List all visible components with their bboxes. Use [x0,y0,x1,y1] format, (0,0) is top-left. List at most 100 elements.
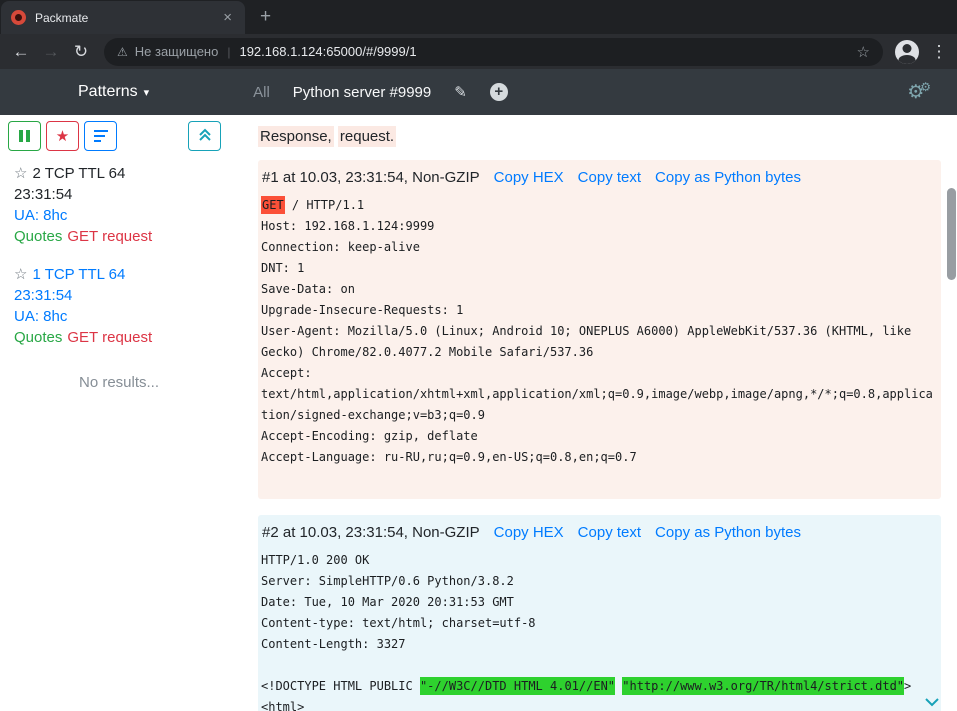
packet-meta: #2 at 10.03, 23:31:54, Non-GZIP [262,524,480,541]
pause-icon [19,130,30,142]
star-filled-icon: ★ [56,129,69,144]
pattern-tag: GET request [67,228,152,245]
packet-line [261,655,939,676]
capture-user-agent: UA: 8hc [14,306,232,327]
packet-line: Server: SimpleHTTP/0.6 Python/3.8.2 [261,571,939,592]
profile-avatar[interactable] [895,40,919,64]
scroll-to-bottom-button[interactable] [924,694,944,708]
double-chevron-up-icon [198,128,212,145]
reload-icon[interactable]: ↻ [66,42,96,62]
security-label: Не защищено [135,44,219,59]
text-segment: DNT: 1 [261,261,304,275]
copy-python-bytes-link[interactable]: Copy as Python bytes [655,524,801,541]
pattern-tabs: All Python server #9999 ✎ + [253,83,508,101]
match-highlight-green: "http://www.w3.org/TR/html4/strict.dtd" [622,677,904,695]
edit-pattern-icon[interactable]: ✎ [454,83,467,101]
caret-down-icon: ▾ [144,87,150,99]
packet-line: Save-Data: on [261,279,939,300]
packet-line: Connection: keep-alive [261,237,939,258]
text-segment: Accept-Encoding: gzip, deflate [261,429,478,443]
pattern-tag: Quotes [14,329,62,346]
browser-tab[interactable]: Packmate × [1,1,245,34]
text-segment: HTTP/1.0 200 OK [261,553,369,567]
pattern-legend: Response, request. [258,127,941,147]
capture-tags: Quotes GET request [14,327,232,348]
text-segment: Host: 192.168.1.124:9999 [261,219,434,233]
favorite-star-icon[interactable]: ☆ [14,165,27,182]
sidebar: ★ ☆2 TCP TTL 6423:31:54UA: 8hcQuotesGET … [0,115,238,711]
packet-body: GET / HTTP/1.1Host: 192.168.1.124:9999Co… [261,195,939,489]
packet-body: HTTP/1.0 200 OK Server: SimpleHTTP/0.6 Py… [261,550,939,711]
favorites-filter-button[interactable]: ★ [46,121,79,151]
capture-list: ☆2 TCP TTL 6423:31:54UA: 8hcQuotesGET re… [0,151,238,348]
browser-menu-icon[interactable]: ⋮ [929,42,949,62]
copy-text-link[interactable]: Copy text [578,524,641,541]
packet-header: #2 at 10.03, 23:31:54, Non-GZIP Copy HEX C… [261,524,939,541]
packet-line [261,468,939,489]
settings-gears-icon[interactable]: ⚙⚙ [907,80,931,104]
scrollbar-thumb[interactable] [947,188,956,280]
filter-lines-icon [94,130,108,142]
packet-line: Accept: text/html,application/xhtml+xml,… [261,363,939,426]
collapse-all-button[interactable] [188,121,221,151]
match-highlight-green: "-//W3C//DTD HTML 4.01//EN" [420,677,615,695]
text-segment: <!DOCTYPE HTML PUBLIC [261,679,420,693]
match-highlight-rose: Response, [258,126,334,147]
bookmark-star-icon[interactable]: ☆ [857,43,870,61]
text-segment: Server: SimpleHTTP/0.6 Python/3.8.2 [261,574,514,588]
tab-all[interactable]: All [253,84,270,101]
packmate-favicon [11,10,26,25]
packet-card-request: #1 at 10.03, 23:31:54, Non-GZIP Copy HEX C… [258,160,941,499]
add-pattern-icon[interactable]: + [490,83,508,101]
text-segment: Connection: keep-alive [261,240,420,254]
text-segment: Date: Tue, 10 Mar 2020 20:31:53 GMT [261,595,514,609]
forward-icon[interactable]: → [36,42,66,62]
packet-line: <html> [261,697,939,711]
match-highlight-red: GET [261,196,285,214]
copy-hex-link[interactable]: Copy HEX [494,524,564,541]
copy-text-link[interactable]: Copy text [578,169,641,186]
filter-button[interactable] [84,121,117,151]
text-segment: User-Agent: Mozilla/5.0 (Linux; Android … [261,324,918,359]
new-tab-icon[interactable]: + [260,6,271,28]
pause-capture-button[interactable] [8,121,41,151]
no-results-text: No results... [0,374,238,391]
patterns-dropdown[interactable]: Patterns ▾ [78,83,149,101]
tab-python-server[interactable]: Python server #9999 [293,84,431,101]
packet-card-response: #2 at 10.03, 23:31:54, Non-GZIP Copy HEX C… [258,515,941,711]
app-body: ★ ☆2 TCP TTL 6423:31:54UA: 8hcQuotesGET … [0,115,957,711]
not-secure-warning-icon[interactable]: ⚠ [117,45,128,59]
capture-item[interactable]: ☆1 TCP TTL 6423:31:54UA: 8hcQuotesGET re… [14,264,232,348]
text-segment: Save-Data: on [261,282,355,296]
packet-meta: #1 at 10.03, 23:31:54, Non-GZIP [262,169,480,186]
packet-line: User-Agent: Mozilla/5.0 (Linux; Android … [261,321,939,363]
pattern-tag: GET request [67,329,152,346]
tab-bar: Packmate × + [0,0,957,34]
tab-close-icon[interactable]: × [220,9,235,26]
back-icon[interactable]: ← [6,42,36,62]
browser-chrome: Packmate × + ← → ↻ ⚠ Не защищено | 192.1… [0,0,957,69]
text-segment: > [904,679,911,693]
patterns-label: Patterns [78,83,138,100]
packet-header: #1 at 10.03, 23:31:54, Non-GZIP Copy HEX C… [261,169,939,186]
text-segment: Upgrade-Insecure-Requests: 1 [261,303,463,317]
text-segment: Accept-Language: ru-RU,ru;q=0.9,en-US;q=… [261,450,637,464]
copy-python-bytes-link[interactable]: Copy as Python bytes [655,169,801,186]
text-segment: <html> [261,700,304,711]
packet-line: Accept-Encoding: gzip, deflate [261,426,939,447]
url-text[interactable]: 192.168.1.124:65000/#/9999/1 [239,44,848,59]
packet-line: Content-Length: 3327 [261,634,939,655]
url-divider: | [227,45,230,59]
capture-tags: Quotes GET request [14,226,232,247]
capture-title: 2 TCP TTL 64 [32,165,125,182]
pattern-tag: Quotes [14,228,62,245]
packet-line: DNT: 1 [261,258,939,279]
address-bar[interactable]: ⚠ Не защищено | 192.168.1.124:65000/#/99… [104,38,883,66]
copy-hex-link[interactable]: Copy HEX [494,169,564,186]
capture-item[interactable]: ☆2 TCP TTL 6423:31:54UA: 8hcQuotesGET re… [14,163,232,247]
packet-line: Upgrade-Insecure-Requests: 1 [261,300,939,321]
text-segment: Content-type: text/html; charset=utf-8 [261,616,536,630]
favorite-star-icon[interactable]: ☆ [14,266,27,283]
app-navbar: Patterns ▾ All Python server #9999 ✎ + ⚙⚙ [0,69,957,115]
text-segment: Accept: text/html,application/xhtml+xml,… [261,366,933,422]
